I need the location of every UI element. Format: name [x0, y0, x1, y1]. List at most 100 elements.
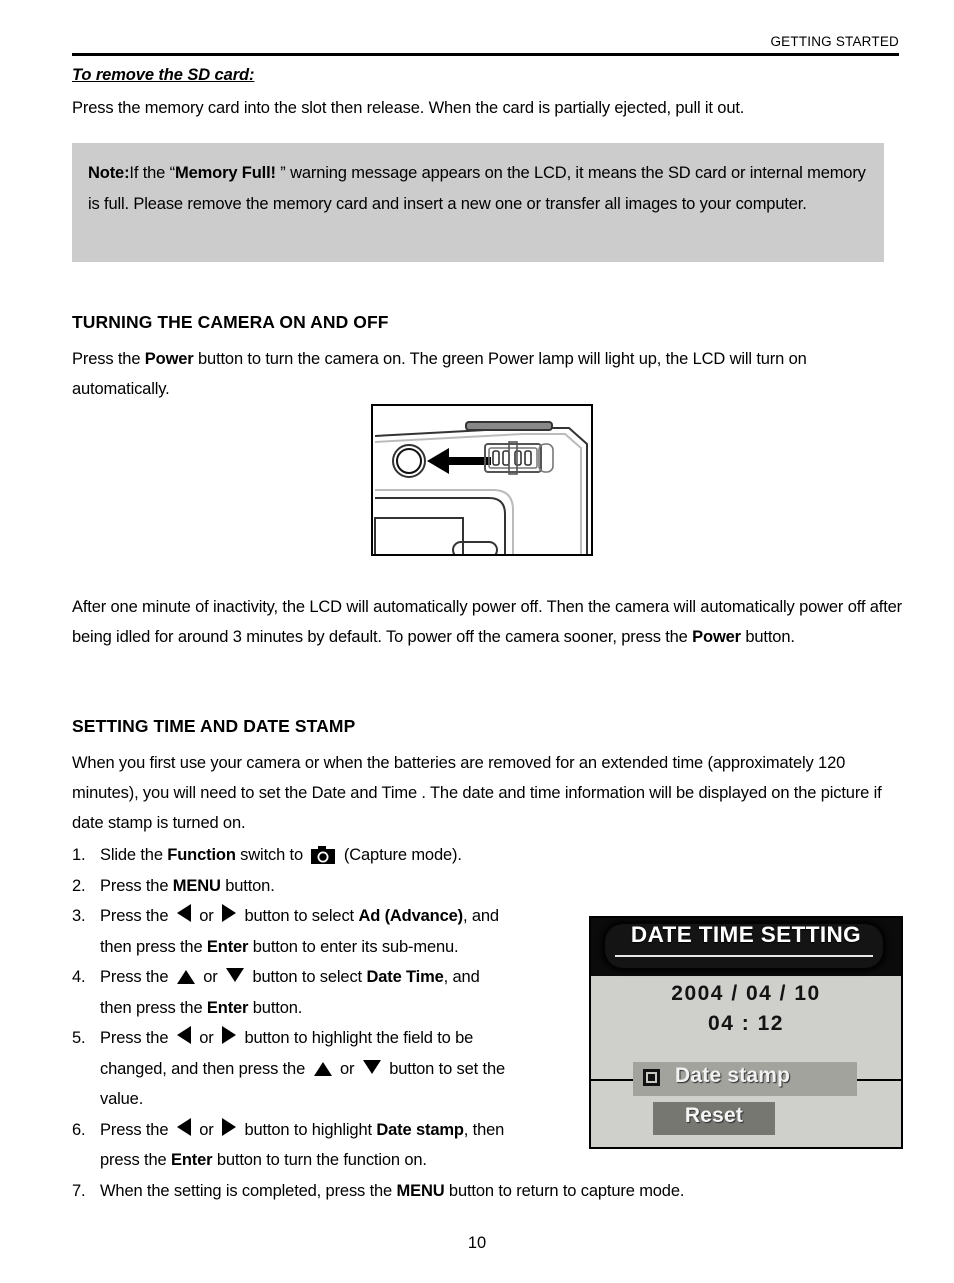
date-stamp-step-list: 1. Slide the Function switch to (Capture …	[72, 840, 684, 1206]
running-header: GETTING STARTED	[770, 34, 899, 49]
power-bold-1: Power	[144, 350, 194, 368]
note-bold-message: Memory Full!	[175, 164, 276, 182]
step-2: 2. Press the MENU button.	[72, 871, 582, 902]
camera-slider-switch	[484, 441, 554, 475]
step-3-number: 3.	[72, 907, 86, 925]
step-6-text-e: , then	[463, 1120, 505, 1139]
function-bold: Function	[167, 846, 236, 864]
step-5-text-c: button to highlight the field to be	[240, 1029, 474, 1047]
step-6-text-h: button to turn the function on.	[212, 1151, 427, 1169]
arrow-right-icon	[222, 1117, 237, 1136]
auto-power-off-text-b: button.	[740, 628, 795, 646]
capture-mode-camera-icon	[311, 844, 336, 864]
header-rule	[72, 53, 899, 56]
sd-card-paragraph: Press the memory card into the slot then…	[72, 99, 745, 117]
step-1-text-d: (Capture mode).	[339, 846, 462, 864]
step-5-text-e: or	[335, 1059, 359, 1078]
step-3-text-e: , and	[463, 907, 499, 925]
arrow-up-icon	[313, 1061, 332, 1076]
lcd-date-stamp-row: Date stamp	[633, 1062, 857, 1096]
arrow-down-icon	[362, 1059, 381, 1074]
arrow-to-power-button	[427, 448, 491, 474]
page-number: 10	[467, 1234, 487, 1252]
step-4-number: 4.	[72, 968, 86, 986]
step-6: 6. Press the or button to highlight Date …	[72, 1115, 582, 1176]
ad-advance-bold: Ad (Advance)	[358, 907, 463, 925]
arrow-left-icon	[176, 1117, 191, 1136]
lcd-reset-label: Reset	[684, 1104, 744, 1127]
step-6-number: 6.	[72, 1120, 86, 1139]
step-5-text-d: changed, and then press the	[100, 1059, 310, 1078]
step-6-text-a: Press the	[100, 1120, 173, 1139]
note-box-text: Note:If the “Memory Full! ” warning mess…	[88, 158, 868, 220]
date-time-bold: Date Time	[366, 968, 444, 986]
enter-bold-1: Enter	[206, 937, 249, 956]
step-3-text-b: or	[194, 907, 219, 925]
step-1: 1. Slide the Function switch to (Capture …	[72, 840, 582, 871]
lcd-title-text: DATE TIME SETTING	[630, 922, 862, 947]
step-5-text-a: Press the	[100, 1029, 173, 1047]
step-4-text-c: button to select	[248, 968, 367, 986]
step-2-text-a: Press the	[100, 876, 173, 895]
step-5-text-f: button to set the	[384, 1059, 506, 1078]
step-1-text-a: Slide the	[100, 846, 168, 864]
step-3-text-f: then press the	[100, 937, 207, 956]
step-4-text-h: button.	[248, 998, 303, 1017]
menu-bold-1: MENU	[172, 876, 221, 895]
step-5: 5. Press the or button to highlight the f…	[72, 1023, 582, 1115]
manual-page: GETTING STARTED To remove the SD card: P…	[0, 0, 954, 1283]
section-heading-date-stamp: SETTING TIME AND DATE STAMP	[72, 716, 356, 736]
sd-card-subheading: To remove the SD card:	[72, 66, 255, 84]
step-6-text-f: press the	[100, 1151, 171, 1169]
note-label: Note:	[88, 164, 130, 182]
step-1-text-c: switch to	[235, 846, 308, 864]
note-box: Note:If the “Memory Full! ” warning mess…	[72, 143, 884, 262]
turning-on-paragraph: Press the Power button to turn the camer…	[72, 344, 902, 404]
step-5-text-g: value.	[100, 1090, 144, 1108]
date-stamp-intro: When you first use your camera or when t…	[72, 754, 882, 832]
step-1-number: 1.	[72, 846, 86, 864]
step-6-text-b: or	[194, 1120, 219, 1139]
lcd-title-underline	[615, 955, 873, 957]
step-6-text-c: button to highlight	[240, 1120, 377, 1139]
arrow-down-icon	[226, 968, 245, 982]
step-5-number: 5.	[72, 1029, 86, 1047]
lcd-time-value: 04 : 12	[708, 1012, 784, 1035]
lcd-date-time-setting-screen: DATE TIME SETTING 2004 / 04 / 10 04 : 12…	[589, 916, 903, 1149]
arrow-right-icon	[222, 904, 237, 922]
step-4-text-b: or	[198, 968, 223, 986]
arrow-left-icon	[176, 904, 191, 922]
step-7-number: 7.	[72, 1181, 86, 1200]
lcd-date-stamp-label: Date stamp	[675, 1064, 791, 1087]
arrow-right-icon	[222, 1026, 237, 1044]
step-3-text-a: Press the	[100, 907, 173, 925]
auto-power-off-paragraph: After one minute of inactivity, the LCD …	[72, 592, 904, 652]
step-7-text-a: When the setting is completed, press the	[100, 1181, 397, 1200]
step-5-text-b: or	[194, 1029, 219, 1047]
camera-line-drawing-svg	[374, 421, 588, 559]
power-bold-2: Power	[692, 628, 741, 646]
enter-bold-3: Enter	[170, 1151, 213, 1169]
note-line-start: If the “	[129, 164, 175, 182]
step-3-text-c: button to select	[240, 907, 359, 925]
step-4-text-a: Press the	[100, 968, 173, 986]
section-heading-turning-on-off: TURNING THE CAMERA ON AND OFF	[72, 312, 389, 332]
camera-illustration	[371, 404, 593, 559]
lcd-date-value: 2004 / 04 / 10	[671, 982, 821, 1005]
step-3: 3. Press the or button to select Ad (Adva…	[72, 901, 582, 962]
step-7: 7. When the setting is completed, press t…	[72, 1176, 900, 1207]
arrow-left-icon	[176, 1026, 191, 1044]
enter-bold-2: Enter	[206, 998, 249, 1017]
step-7-text-c: button to return to capture mode.	[444, 1181, 685, 1200]
menu-bold-2: MENU	[396, 1181, 445, 1200]
arrow-up-icon	[176, 970, 195, 984]
step-3-text-h: button to enter its sub-menu.	[248, 937, 459, 956]
turning-on-text-a: Press the	[72, 350, 145, 368]
step-4: 4. Press the or button to select Date Tim…	[72, 962, 582, 1023]
lcd-reset-button: Reset	[653, 1102, 775, 1135]
step-2-text-c: button.	[220, 876, 275, 895]
date-stamp-bold: Date stamp	[376, 1120, 464, 1139]
step-4-text-f: then press the	[100, 998, 207, 1017]
step-4-text-e: , and	[443, 968, 480, 986]
date-stamp-checkbox-icon	[643, 1069, 660, 1086]
